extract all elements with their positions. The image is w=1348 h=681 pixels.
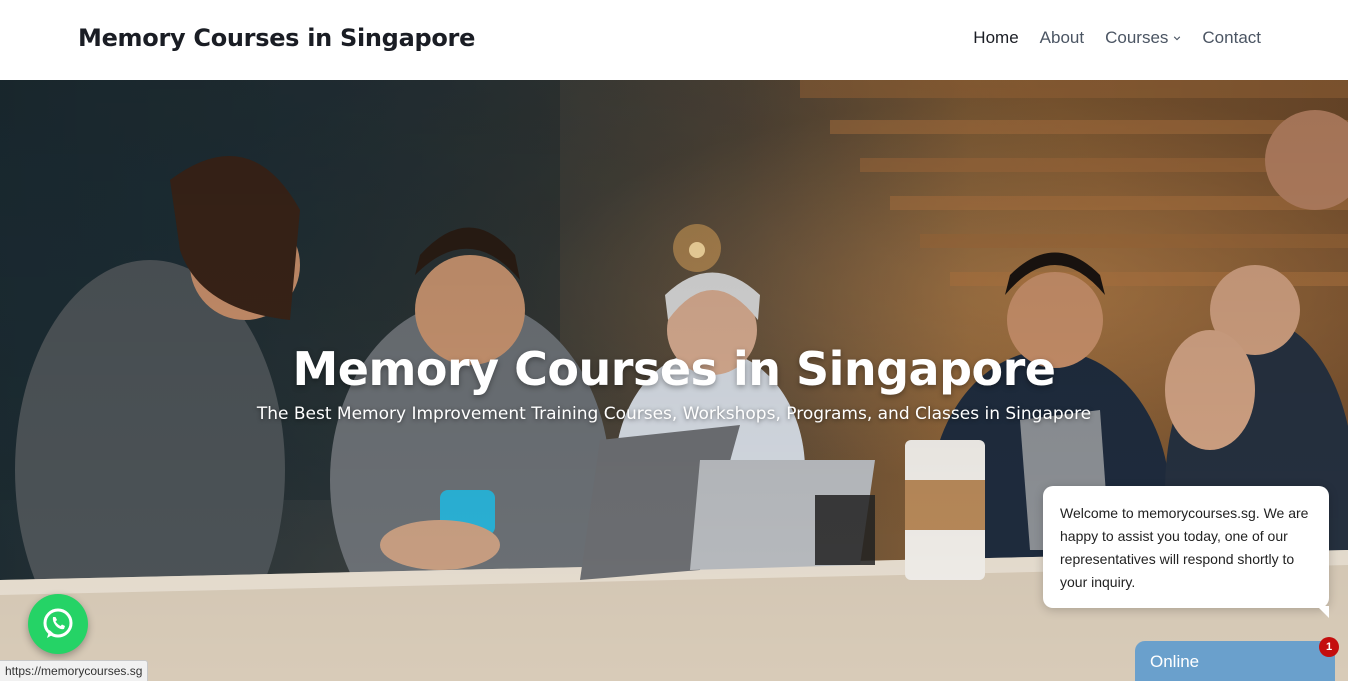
site-title-link[interactable]: Memory Courses in Singapore [78,24,475,52]
chat-welcome-message[interactable]: Welcome to memorycourses.sg. We are happ… [1043,486,1329,618]
whatsapp-icon [43,608,73,638]
whatsapp-button[interactable] [28,594,88,654]
chat-online-tab[interactable]: Online [1135,641,1335,681]
chat-status-label: Online [1150,652,1200,671]
nav-item-home[interactable]: Home [973,28,1018,48]
nav-item-about[interactable]: About [1040,28,1084,48]
nav-item-label: Home [973,28,1019,47]
nav-item-contact[interactable]: Contact [1202,28,1261,48]
nav-item-label: Contact [1202,28,1261,47]
main-nav: Home About Courses Contact [973,28,1261,48]
chevron-down-icon [1174,36,1181,41]
browser-status-url: https://memorycourses.sg [0,660,149,681]
nav-item-courses[interactable]: Courses [1105,28,1181,48]
site-header: Memory Courses in Singapore Home About C… [0,0,1348,80]
hero-subtitle: The Best Memory Improvement Training Cou… [256,404,1092,424]
unread-count-badge: 1 [1319,637,1339,657]
hero-title: Memory Courses in Singapore [292,342,1056,396]
nav-item-label: About [1039,28,1085,47]
nav-item-label: Courses [1105,28,1169,47]
